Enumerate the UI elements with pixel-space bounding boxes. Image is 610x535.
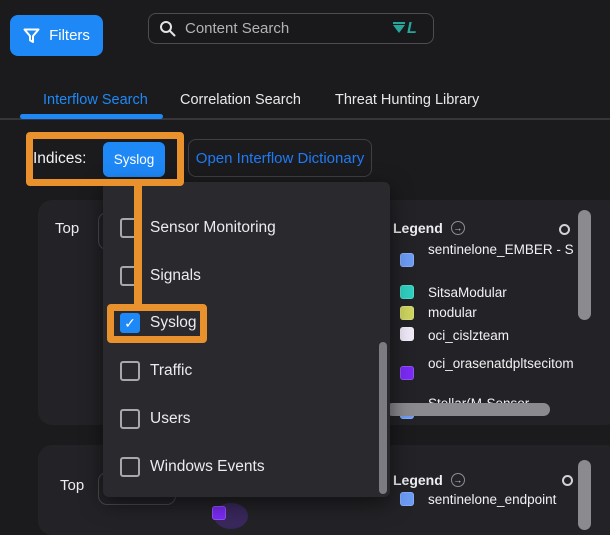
- dropdown-scrollbar[interactable]: [379, 342, 387, 494]
- lucene-syntax-icon[interactable]: L: [393, 21, 417, 37]
- checkbox-unchecked[interactable]: [120, 218, 140, 238]
- active-tab-underline: [20, 114, 163, 119]
- legend-swatch: [400, 253, 414, 267]
- search-icon: [159, 20, 176, 37]
- menu-item-users[interactable]: Users: [120, 409, 190, 429]
- legend-title: Legend: [393, 220, 443, 236]
- legend-item-label: sentinelone_EMBER - S: [428, 242, 576, 257]
- legend-swatch: [400, 366, 414, 380]
- menu-item-windows-events[interactable]: Windows Events: [120, 457, 265, 477]
- legend-swatch: [400, 285, 414, 299]
- menu-item-label: Signals: [150, 267, 201, 285]
- menu-item-label: Syslog: [150, 314, 197, 332]
- indices-dropdown-menu: Sensor Monitoring Signals ✓ Syslog Traff…: [103, 182, 390, 497]
- legend-item-label: SitsaModular: [428, 285, 578, 300]
- checkbox-unchecked[interactable]: [120, 457, 140, 477]
- checkbox-unchecked[interactable]: [120, 361, 140, 381]
- lucene-l-glyph: L: [407, 21, 417, 37]
- open-interflow-dictionary-label: Open Interflow Dictionary: [196, 150, 364, 167]
- menu-item-label: Sensor Monitoring: [150, 219, 276, 237]
- checkbox-checked[interactable]: ✓: [120, 313, 140, 333]
- menu-item-label: Windows Events: [150, 458, 265, 476]
- legend-title: Legend: [393, 472, 443, 488]
- content-search-bar[interactable]: L: [148, 13, 434, 44]
- legend-swatch: [400, 327, 414, 341]
- top-label: Top: [55, 220, 79, 237]
- legend-item-label: modular: [428, 305, 578, 320]
- legend-item-label: oci_orasenatdpltsecitom: [428, 356, 578, 371]
- indices-syslog-chip[interactable]: Syslog: [103, 142, 165, 177]
- legend-swatch: [212, 506, 226, 520]
- legend-swatch: [400, 492, 414, 506]
- open-interflow-dictionary-button[interactable]: Open Interflow Dictionary: [188, 139, 372, 177]
- tab-threat-hunting-library[interactable]: Threat Hunting Library: [335, 92, 479, 108]
- indices-label: Indices:: [33, 150, 86, 168]
- legend-item-label: oci_cislzteam: [428, 328, 578, 343]
- menu-item-traffic[interactable]: Traffic: [120, 361, 192, 381]
- legend-arrow-icon[interactable]: →: [451, 473, 465, 487]
- legend-vertical-scrollbar[interactable]: [578, 460, 591, 530]
- tab-interflow-search[interactable]: Interflow Search: [43, 92, 148, 108]
- legend-swatch: [400, 306, 414, 320]
- legend-arrow-icon[interactable]: →: [451, 221, 465, 235]
- menu-item-sensor-monitoring[interactable]: Sensor Monitoring: [120, 218, 276, 238]
- filters-button-label: Filters: [49, 27, 90, 44]
- checkbox-unchecked[interactable]: [120, 266, 140, 286]
- lucene-funnel-glyph: [393, 25, 405, 33]
- legend-item-label: sentinelone_endpoint: [428, 492, 578, 507]
- tab-correlation-search[interactable]: Correlation Search: [180, 92, 301, 108]
- menu-item-signals[interactable]: Signals: [120, 266, 201, 286]
- menu-item-syslog[interactable]: ✓ Syslog: [120, 313, 197, 333]
- menu-item-label: Traffic: [150, 362, 192, 380]
- filter-funnel-icon: [23, 28, 40, 44]
- menu-item-label: Users: [150, 410, 190, 428]
- top-label: Top: [60, 477, 84, 494]
- checkbox-unchecked[interactable]: [120, 409, 140, 429]
- content-search-input[interactable]: [183, 19, 386, 38]
- legend-vertical-scrollbar[interactable]: [578, 210, 591, 320]
- legend-circle-icon[interactable]: [559, 224, 570, 235]
- horizontal-scrollbar[interactable]: [386, 403, 550, 416]
- legend-circle-icon[interactable]: [562, 475, 573, 486]
- filters-button[interactable]: Filters: [10, 15, 103, 56]
